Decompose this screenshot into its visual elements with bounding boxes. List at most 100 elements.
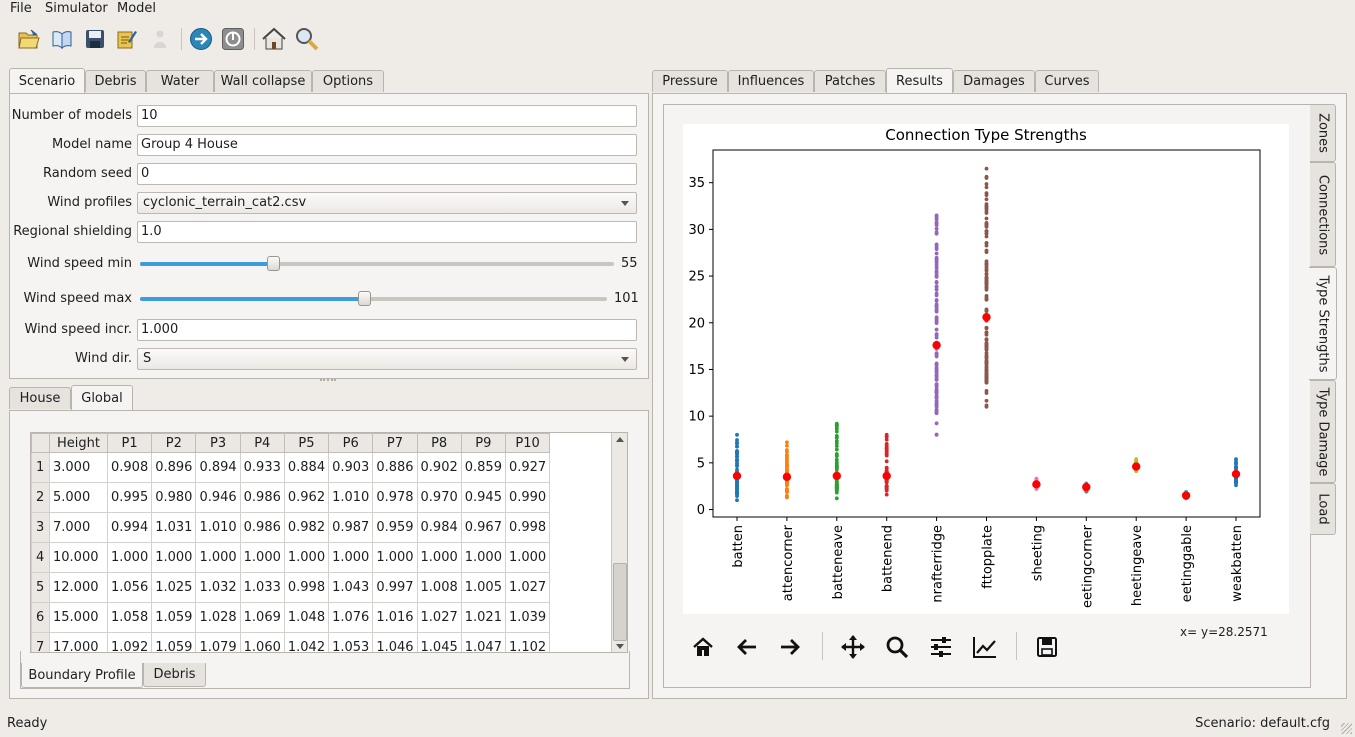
table-cell[interactable]: 10.000 <box>49 542 108 573</box>
tab-options[interactable]: Options <box>312 70 384 92</box>
table-cell[interactable]: 1.010 <box>195 512 241 543</box>
stop-icon[interactable] <box>219 25 247 53</box>
table-cell[interactable]: 0.933 <box>239 452 285 483</box>
wind-speed-min-slider[interactable] <box>140 256 614 271</box>
table-cell[interactable]: 0.994 <box>106 512 153 543</box>
column-header[interactable]: P9 <box>460 433 506 453</box>
wind-speed-max-slider[interactable] <box>140 291 607 306</box>
tab-scenario[interactable]: Scenario <box>9 68 85 93</box>
table-cell[interactable]: 1.000 <box>328 542 374 573</box>
column-header[interactable]: P7 <box>372 433 418 453</box>
table-cell[interactable]: 0.986 <box>239 512 285 543</box>
tab-type-damage[interactable]: Type Damage <box>1310 380 1336 483</box>
table-cell[interactable]: 0.984 <box>416 512 462 543</box>
scroll-down-icon[interactable] <box>616 644 624 649</box>
table-cell[interactable]: 0.962 <box>283 482 330 513</box>
table-cell[interactable]: 0.886 <box>372 452 418 483</box>
person-icon[interactable] <box>146 25 174 53</box>
row-header[interactable]: 1 <box>31 452 50 483</box>
table-scrollbar[interactable] <box>611 433 627 652</box>
table-cell[interactable]: 0.980 <box>151 482 197 513</box>
row-header[interactable]: 2 <box>31 482 50 513</box>
tab-global[interactable]: Global <box>71 385 133 410</box>
row-header[interactable]: 6 <box>31 602 50 633</box>
save-icon[interactable] <box>81 25 109 53</box>
table-cell[interactable]: 1.048 <box>283 602 330 633</box>
column-header[interactable]: P4 <box>239 433 285 453</box>
tab-house[interactable]: House <box>9 387 71 409</box>
table-cell[interactable]: 1.047 <box>460 632 506 652</box>
splitter-handle[interactable] <box>320 379 336 383</box>
table-cell[interactable]: 0.945 <box>460 482 506 513</box>
table-cell[interactable]: 0.894 <box>195 452 241 483</box>
wind-speed-incr-field[interactable]: 1.000 <box>137 319 637 341</box>
table-cell[interactable]: 1.000 <box>151 542 197 573</box>
table-cell[interactable]: 1.056 <box>106 572 153 603</box>
table-cell[interactable]: 1.046 <box>372 632 418 652</box>
table-cell[interactable]: 1.000 <box>195 542 241 573</box>
table-cell[interactable]: 1.008 <box>416 572 462 603</box>
tab-boundary-profile[interactable]: Boundary Profile <box>21 663 143 688</box>
boundary-profile-table[interactable]: Height P1 P2 P3 P4 P5 P6 P7 P8 P9 P10 1 3.000 0.908 0… <box>30 432 628 653</box>
tab-patches[interactable]: Patches <box>814 70 886 92</box>
tab-results[interactable]: Results <box>886 68 953 93</box>
column-header[interactable]: P1 <box>106 433 153 453</box>
table-cell[interactable]: 1.031 <box>151 512 197 543</box>
table-cell[interactable]: 1.025 <box>151 572 197 603</box>
model-name-field[interactable]: Group 4 House <box>137 134 637 156</box>
row-header[interactable]: 4 <box>31 542 50 573</box>
menu-file[interactable]: File <box>10 1 32 16</box>
slider-handle[interactable] <box>266 256 280 271</box>
table-cell[interactable]: 1.000 <box>106 542 153 573</box>
table-cell[interactable]: 1.000 <box>283 542 330 573</box>
table-cell[interactable]: 0.859 <box>460 452 506 483</box>
table-cell[interactable]: 0.987 <box>328 512 374 543</box>
table-cell[interactable]: 1.032 <box>195 572 241 603</box>
scroll-up-icon[interactable] <box>616 437 624 442</box>
regional-shielding-field[interactable]: 1.0 <box>137 221 637 243</box>
wind-profiles-select[interactable]: cyclonic_terrain_cat2.csv <box>137 192 637 214</box>
table-cell[interactable]: 0.967 <box>460 512 506 543</box>
table-cell[interactable]: 1.000 <box>372 542 418 573</box>
table-cell[interactable]: 0.995 <box>106 482 153 513</box>
table-cell[interactable]: 1.000 <box>416 542 462 573</box>
table-cell[interactable]: 1.021 <box>460 602 506 633</box>
column-header[interactable]: P3 <box>195 433 241 453</box>
table-cell[interactable]: 1.058 <box>106 602 153 633</box>
tab-debris[interactable]: Debris <box>85 70 146 92</box>
zoom-icon[interactable] <box>293 25 321 53</box>
row-header[interactable]: 5 <box>31 572 50 603</box>
table-cell[interactable]: 5.000 <box>49 482 108 513</box>
table-cell[interactable]: 1.079 <box>195 632 241 652</box>
table-cell[interactable]: 0.998 <box>504 512 551 543</box>
table-cell[interactable]: 1.033 <box>239 572 285 603</box>
size-grip[interactable] <box>1341 723 1352 734</box>
edit-axis-icon[interactable] <box>972 634 998 660</box>
table-cell[interactable]: 1.069 <box>239 602 285 633</box>
table-cell[interactable]: 1.016 <box>372 602 418 633</box>
column-header[interactable]: P6 <box>328 433 374 453</box>
wind-dir-select[interactable]: S <box>137 348 637 370</box>
table-cell[interactable]: 15.000 <box>49 602 108 633</box>
tab-influences[interactable]: Influences <box>728 70 814 92</box>
tab-water[interactable]: Water <box>146 70 214 92</box>
table-cell[interactable]: 0.903 <box>328 452 374 483</box>
menu-simulator[interactable]: Simulator <box>45 1 108 16</box>
table-cell[interactable]: 0.986 <box>239 482 285 513</box>
table-cell[interactable]: 1.000 <box>504 542 551 573</box>
table-cell[interactable]: 0.970 <box>416 482 462 513</box>
table-cell[interactable]: 0.946 <box>195 482 241 513</box>
row-header[interactable]: 3 <box>31 512 50 543</box>
table-cell[interactable]: 1.043 <box>328 572 374 603</box>
run-icon[interactable] <box>187 25 215 53</box>
tab-curves[interactable]: Curves <box>1035 70 1099 92</box>
table-cell[interactable]: 0.982 <box>283 512 330 543</box>
column-header[interactable]: P2 <box>151 433 197 453</box>
row-header[interactable]: 7 <box>31 632 50 652</box>
table-cell[interactable]: 1.042 <box>283 632 330 652</box>
table-cell[interactable]: 1.010 <box>328 482 374 513</box>
slider-handle[interactable] <box>358 291 372 306</box>
table-cell[interactable]: 1.027 <box>504 572 551 603</box>
table-cell[interactable]: 1.060 <box>239 632 285 652</box>
table-cell[interactable]: 0.896 <box>151 452 197 483</box>
